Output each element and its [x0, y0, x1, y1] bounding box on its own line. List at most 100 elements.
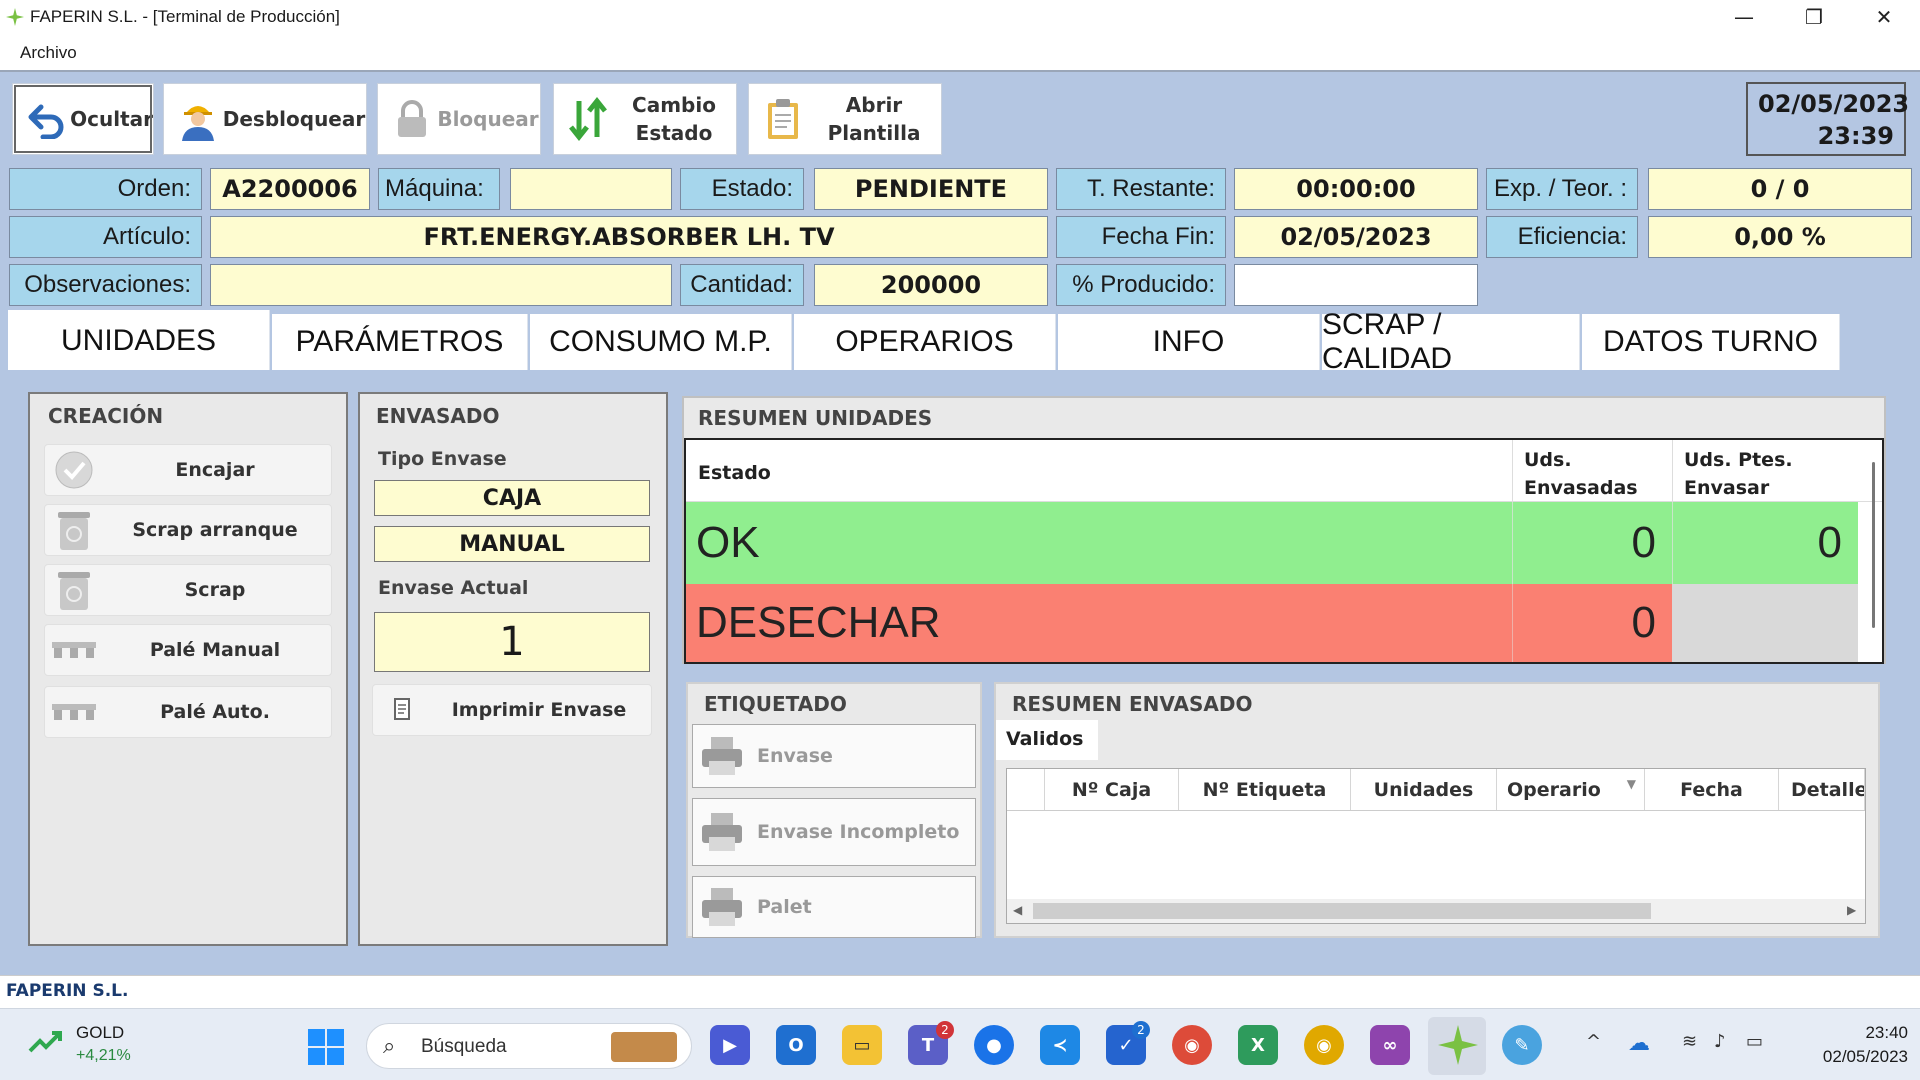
- horizontal-scrollbar[interactable]: ◀ ▶: [1007, 899, 1865, 923]
- cambio-estado-button[interactable]: Cambio Estado: [553, 83, 737, 155]
- chrome-icon[interactable]: ◉: [1172, 1025, 1212, 1065]
- imprimir-envase-label: Imprimir Envase: [451, 699, 627, 721]
- vscode-icon[interactable]: ≺: [1040, 1025, 1080, 1065]
- scroll-left-icon[interactable]: ◀: [1013, 903, 1022, 917]
- etiqueta-envase-label: Envase: [757, 745, 833, 767]
- estado-label: Estado: [635, 121, 713, 145]
- tipo-envase-value[interactable]: CAJA: [374, 480, 650, 516]
- menu-archivo[interactable]: Archivo: [20, 43, 77, 63]
- col-ptes-header: Uds. Ptes. Envasar: [1684, 446, 1793, 502]
- excel-tool-icon[interactable]: X: [1238, 1025, 1278, 1065]
- status-company: FAPERIN S.L.: [6, 981, 129, 1001]
- tab-validos[interactable]: Validos: [996, 720, 1098, 760]
- vertical-scrollbar[interactable]: [1872, 462, 1875, 628]
- palet-label: Palet: [757, 896, 812, 918]
- close-button[interactable]: ✕: [1854, 2, 1914, 32]
- desbloquear-button[interactable]: Desbloquear: [163, 83, 367, 155]
- grid-header: Nº Caja Nº Etiqueta Unidades Operario ▼ …: [1007, 769, 1865, 811]
- filter-icon[interactable]: ▼: [1627, 777, 1636, 791]
- desechar-envasadas-cell: 0: [1512, 584, 1672, 662]
- clipboard-icon: [759, 95, 807, 143]
- scroll-right-icon[interactable]: ▶: [1847, 903, 1856, 917]
- col-estado-header: Estado: [698, 462, 771, 484]
- observaciones-label: Observaciones:: [9, 264, 202, 306]
- meet-icon[interactable]: ▶: [710, 1025, 750, 1065]
- encajar-button[interactable]: Encajar: [44, 444, 332, 496]
- col-envasadas-header: Uds. Envasadas: [1524, 446, 1638, 502]
- col-n-etiqueta[interactable]: Nº Etiqueta: [1179, 769, 1351, 810]
- observaciones-value: [210, 264, 672, 306]
- trash-icon: [49, 566, 99, 614]
- t-restante-value: 00:00:00: [1234, 168, 1478, 210]
- pallet-icon: [49, 626, 99, 674]
- tab-scrap-calidad[interactable]: SCRAP / CALIDAD: [1322, 308, 1580, 375]
- maquina-value: [510, 168, 672, 210]
- resumen-envasado-title: RESUMEN ENVASADO: [1012, 692, 1253, 716]
- wifi-icon[interactable]: ≋: [1682, 1031, 1697, 1052]
- desechar-estado-cell: DESECHAR: [696, 598, 941, 647]
- tab-unidades[interactable]: UNIDADES: [8, 310, 270, 372]
- battery-icon[interactable]: ▭: [1746, 1031, 1763, 1052]
- imprimir-envase-button[interactable]: Imprimir Envase: [372, 684, 652, 736]
- tab-consumo-mp[interactable]: CONSUMO M.P.: [530, 314, 792, 370]
- col-operario[interactable]: Operario ▼: [1497, 769, 1645, 810]
- volume-icon[interactable]: ♪: [1714, 1031, 1726, 1052]
- modo-envase-value[interactable]: MANUAL: [374, 526, 650, 562]
- datetime-display: 02/05/2023 23:39: [1746, 82, 1909, 156]
- maximize-button[interactable]: ❐: [1784, 2, 1844, 32]
- chrome-profile-icon[interactable]: ◉: [1304, 1025, 1344, 1065]
- scrollbar-thumb[interactable]: [1033, 903, 1651, 919]
- maquina-label: Máquina:: [378, 168, 500, 210]
- ocultar-button[interactable]: Ocultar: [12, 83, 154, 155]
- windows-start-icon[interactable]: [308, 1029, 344, 1069]
- lock-icon: [388, 95, 436, 143]
- scrap-arranque-button[interactable]: Scrap arranque: [44, 504, 332, 556]
- palet-button[interactable]: Palet: [692, 876, 976, 938]
- col-unidades[interactable]: Unidades: [1351, 769, 1497, 810]
- file-explorer-icon[interactable]: ▭: [842, 1025, 882, 1065]
- outlook-icon[interactable]: O: [776, 1025, 816, 1065]
- eficiencia-value: 0,00 %: [1648, 216, 1912, 258]
- tipo-envase-label: Tipo Envase: [378, 448, 507, 470]
- taskbar-clock[interactable]: 23:40 02/05/2023: [1812, 1023, 1908, 1067]
- taskbar: GOLD +4,21% ⌕ Búsqueda ▶ O ▭ T 2 ● ≺ ✓ 2…: [0, 1008, 1920, 1080]
- plantilla-label: Plantilla: [827, 121, 921, 145]
- stock-name[interactable]: GOLD: [76, 1023, 124, 1043]
- maps-pin-icon[interactable]: ●: [974, 1025, 1014, 1065]
- col-n-caja[interactable]: Nº Caja: [1045, 769, 1179, 810]
- tab-datos-turno[interactable]: DATOS TURNO: [1582, 314, 1840, 370]
- onedrive-cloud-icon[interactable]: ☁: [1628, 1031, 1650, 1056]
- tray-chevron-up-icon[interactable]: ^: [1586, 1031, 1601, 1052]
- etiqueta-envase-button[interactable]: Envase: [692, 724, 976, 788]
- tab-parametros[interactable]: PARÁMETROS: [272, 314, 528, 370]
- creacion-title: CREACIÓN: [48, 404, 164, 428]
- minimize-button[interactable]: —: [1714, 2, 1774, 32]
- abrir-label: Abrir: [845, 93, 903, 117]
- cantidad-value: 200000: [814, 264, 1048, 306]
- trash-icon: [49, 506, 99, 554]
- stock-trend-icon[interactable]: [28, 1027, 64, 1061]
- visual-studio-icon[interactable]: ∞: [1370, 1025, 1410, 1065]
- abrir-plantilla-button[interactable]: Abrir Plantilla: [748, 83, 942, 155]
- taskbar-search[interactable]: ⌕ Búsqueda: [366, 1023, 692, 1069]
- bloquear-button[interactable]: Bloquear: [377, 83, 541, 155]
- pale-auto-button[interactable]: Palé Auto.: [44, 686, 332, 738]
- col-fecha[interactable]: Fecha: [1645, 769, 1779, 810]
- envasado-title: ENVASADO: [376, 404, 500, 428]
- col-ptes-line1: Uds. Ptes.: [1684, 449, 1793, 471]
- tab-info[interactable]: INFO: [1058, 314, 1320, 370]
- articulo-value: FRT.ENERGY.ABSORBER LH. TV: [210, 216, 1048, 258]
- faperin-app-icon[interactable]: [1438, 1025, 1478, 1069]
- taskbar-date: 02/05/2023: [1822, 1047, 1908, 1066]
- col-envasadas-line1: Uds.: [1524, 449, 1572, 471]
- pale-manual-button[interactable]: Palé Manual: [44, 624, 332, 676]
- col-detalle[interactable]: Detalle E: [1779, 769, 1865, 810]
- paint-icon[interactable]: ✎: [1502, 1025, 1542, 1065]
- cantidad-label: Cantidad:: [680, 264, 804, 306]
- ok-estado-cell: OK: [696, 518, 760, 567]
- pale-auto-label: Palé Auto.: [160, 701, 270, 723]
- envase-incompleto-button[interactable]: Envase Incompleto: [692, 798, 976, 866]
- envase-actual-value: 1: [374, 612, 650, 672]
- scrap-button[interactable]: Scrap: [44, 564, 332, 616]
- tab-operarios[interactable]: OPERARIOS: [794, 314, 1056, 370]
